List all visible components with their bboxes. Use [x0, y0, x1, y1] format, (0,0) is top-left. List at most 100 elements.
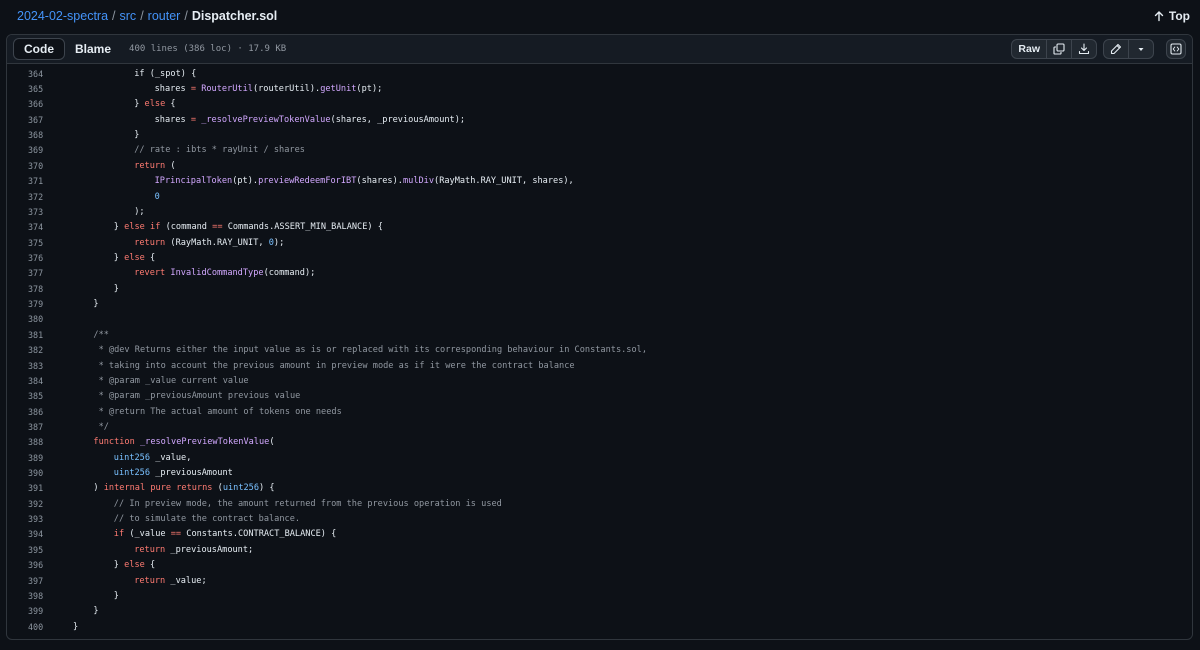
line-number[interactable]: 390 [7, 468, 51, 478]
line-number[interactable]: 371 [7, 176, 51, 186]
code-token: if (_spot) { [134, 68, 197, 79]
code-text: uint256 _previousAmount [92, 468, 233, 478]
code-token: { [165, 99, 176, 110]
code-text: revert InvalidCommandType(command); [112, 268, 315, 278]
line-number[interactable]: 397 [7, 576, 51, 586]
edit-options-button[interactable] [1129, 40, 1153, 58]
copy-raw-button[interactable] [1047, 40, 1072, 58]
code-line: 399} [7, 604, 1192, 619]
line-number[interactable]: 384 [7, 376, 51, 386]
code-line: 387 */ [7, 419, 1192, 434]
code-line: 386 * @return The actual amount of token… [7, 404, 1192, 419]
code-text: * @dev Returns either the input value as… [71, 345, 647, 355]
code-line: 374} else if (command == Commands.ASSERT… [7, 220, 1192, 235]
edit-group [1103, 39, 1154, 59]
pencil-icon [1110, 43, 1122, 55]
code-token: (shares). [356, 176, 403, 187]
line-number[interactable]: 394 [7, 529, 51, 539]
line-number[interactable]: 379 [7, 299, 51, 309]
back-to-top-button[interactable]: Top [1153, 9, 1190, 23]
code-line: 367 shares = _resolvePreviewTokenValue(sh… [7, 112, 1192, 127]
code-token: shares [154, 84, 191, 95]
line-number[interactable]: 369 [7, 145, 51, 155]
line-number[interactable]: 383 [7, 361, 51, 371]
line-number[interactable]: 386 [7, 407, 51, 417]
code-token: 0 [154, 191, 160, 202]
code-text: } [112, 130, 139, 140]
code-token: (command [160, 222, 213, 233]
line-number[interactable]: 398 [7, 591, 51, 601]
line-number[interactable]: 388 [7, 437, 51, 447]
chevron-down-icon [1138, 48, 1144, 51]
symbols-panel-button[interactable] [1166, 39, 1186, 59]
code-token: revert [134, 268, 166, 279]
line-number[interactable]: 392 [7, 499, 51, 509]
line-number[interactable]: 375 [7, 238, 51, 248]
breadcrumb-separator: / [140, 9, 144, 23]
code-line: 378} [7, 281, 1192, 296]
code-text: * @return The actual amount of tokens on… [71, 407, 342, 417]
line-number[interactable]: 391 [7, 483, 51, 493]
line-number[interactable]: 389 [7, 453, 51, 463]
code-text: */ [71, 422, 109, 432]
code-token: returns [176, 483, 213, 494]
line-number[interactable]: 370 [7, 161, 51, 171]
breadcrumb-repo-link[interactable]: 2024-02-spectra [17, 9, 108, 23]
blame-tab[interactable]: Blame [65, 38, 121, 60]
code-tab[interactable]: Code [13, 38, 65, 60]
code-text: 0 [133, 192, 160, 202]
line-number[interactable]: 395 [7, 545, 51, 555]
line-number[interactable]: 378 [7, 284, 51, 294]
code-token: InvalidCommandType [170, 268, 264, 279]
line-number[interactable]: 366 [7, 99, 51, 109]
code-line: 398} [7, 588, 1192, 603]
line-number[interactable]: 381 [7, 330, 51, 340]
download-button[interactable] [1072, 40, 1096, 58]
code-token: RouterUtil [201, 84, 253, 95]
line-number[interactable]: 400 [7, 622, 51, 632]
code-line: 365 shares = RouterUtil(routerUtil).getUn… [7, 81, 1192, 96]
code-token: shares [154, 114, 191, 125]
line-number[interactable]: 373 [7, 207, 51, 217]
code-token: == [212, 222, 223, 233]
edit-file-button[interactable] [1104, 40, 1129, 58]
code-token: // rate : ibts * rayUnit / shares [134, 145, 305, 156]
code-token: == [170, 529, 182, 540]
line-number[interactable]: 374 [7, 222, 51, 232]
code-line: 380 [7, 312, 1192, 327]
breadcrumb-router-link[interactable]: router [148, 9, 181, 23]
line-number[interactable]: 393 [7, 514, 51, 524]
code-text: } [71, 299, 98, 309]
line-number[interactable]: 387 [7, 422, 51, 432]
line-number[interactable]: 367 [7, 115, 51, 125]
raw-button[interactable]: Raw [1012, 40, 1047, 58]
code-token: previewRedeemForIBT [258, 176, 357, 187]
breadcrumb-src-link[interactable]: src [120, 9, 137, 23]
code-text: } [92, 284, 119, 294]
code-token: // In preview mode, the amount returned … [113, 498, 502, 509]
code-text: } [71, 606, 98, 616]
line-number[interactable]: 382 [7, 345, 51, 355]
code-text: uint256 _value, [92, 453, 192, 463]
line-number[interactable]: 364 [7, 69, 51, 79]
breadcrumb: 2024-02-spectra / src / router / Dispatc… [17, 9, 277, 23]
code-token: mulDiv [402, 176, 435, 187]
line-number[interactable]: 380 [7, 314, 51, 324]
code-line: 379} [7, 296, 1192, 311]
line-number[interactable]: 365 [7, 84, 51, 94]
line-number[interactable]: 372 [7, 192, 51, 202]
line-number[interactable]: 368 [7, 130, 51, 140]
code-line: 371 IPrincipalToken(pt).previewRedeemForI… [7, 174, 1192, 189]
code-token: _value, [150, 452, 192, 463]
code-token: { [144, 560, 156, 571]
line-number[interactable]: 399 [7, 606, 51, 616]
line-number[interactable]: 377 [7, 268, 51, 278]
code-text: } else { [92, 560, 155, 570]
line-number[interactable]: 396 [7, 560, 51, 570]
code-text: return ( [112, 161, 175, 171]
line-number[interactable]: 376 [7, 253, 51, 263]
code-line: 397 return _value; [7, 573, 1192, 588]
code-line: 388 function _resolvePreviewTokenValue( [7, 435, 1192, 450]
code-line: 396 } else { [7, 558, 1192, 573]
line-number[interactable]: 385 [7, 391, 51, 401]
